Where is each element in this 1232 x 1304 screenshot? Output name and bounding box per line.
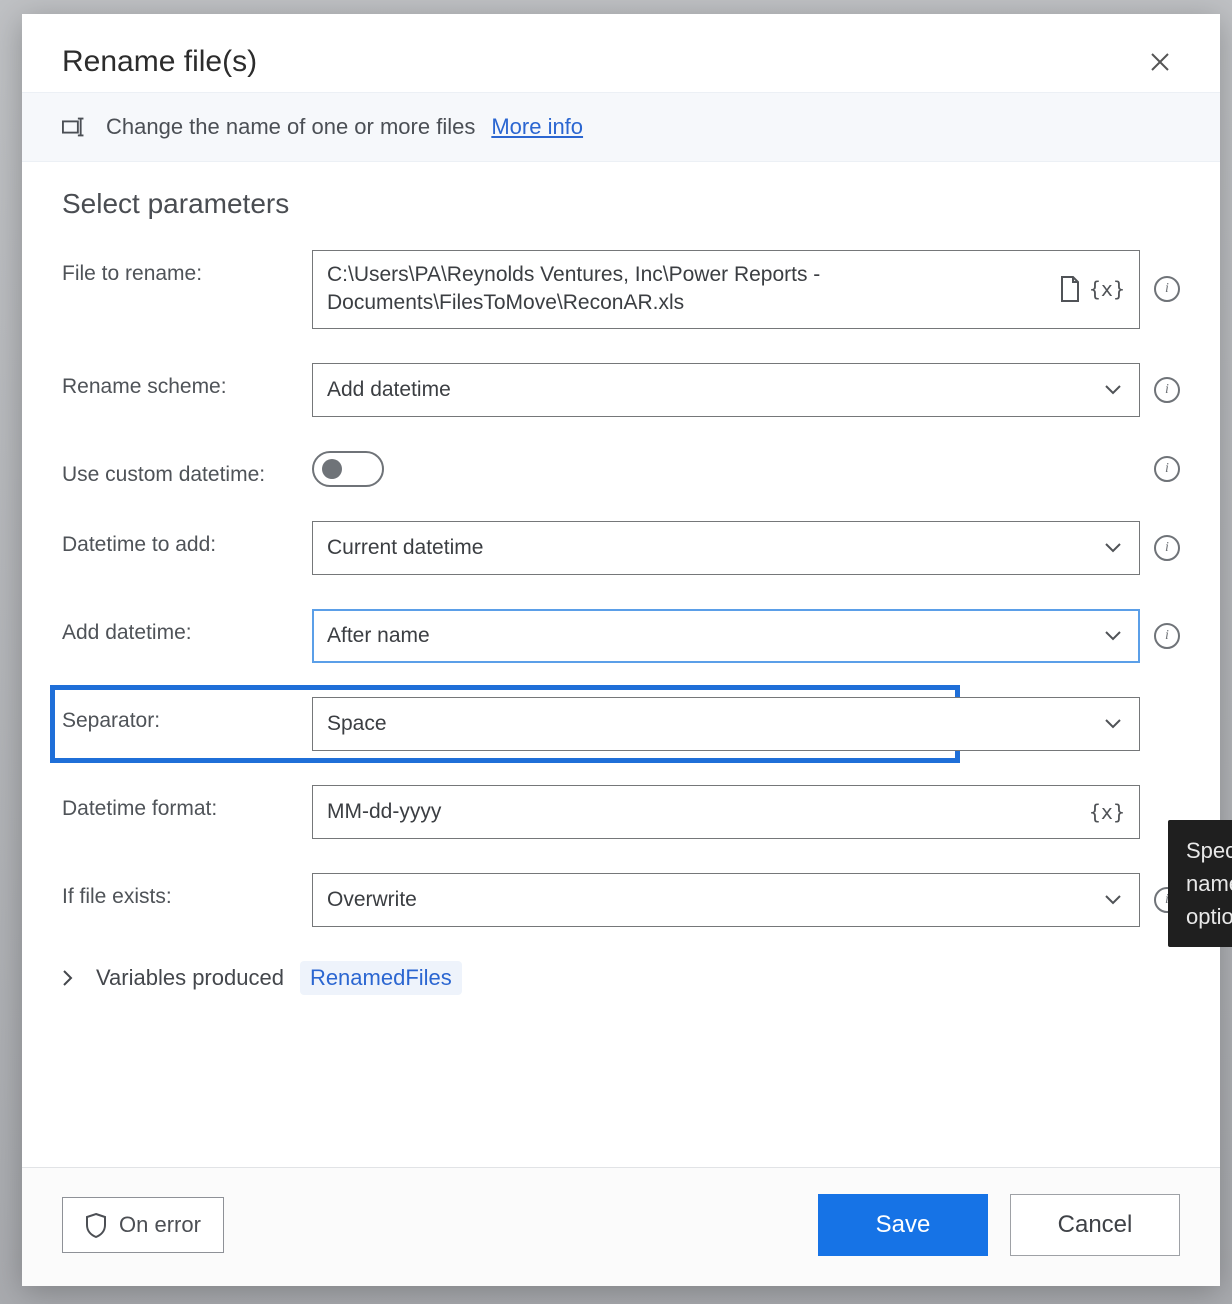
datetime-format-input[interactable]: MM-dd-yyyy {x} xyxy=(312,785,1140,839)
label-datetime-format: Datetime format: xyxy=(62,785,312,821)
close-icon xyxy=(1149,51,1171,73)
section-title: Select parameters xyxy=(62,188,1180,220)
variable-picker-icon[interactable]: {x} xyxy=(1089,277,1125,301)
row-datetime-format: Datetime format: MM-dd-yyyy {x} xyxy=(62,785,1180,839)
save-button[interactable]: Save xyxy=(818,1194,988,1256)
save-label: Save xyxy=(876,1211,931,1239)
dialog-footer: On error Save Cancel xyxy=(22,1167,1220,1286)
chevron-down-icon xyxy=(1101,624,1125,648)
rename-action-icon xyxy=(62,113,90,141)
add-datetime-value: After name xyxy=(327,622,1101,650)
shield-icon xyxy=(85,1212,107,1238)
chevron-down-icon xyxy=(1101,536,1125,560)
separator-dropdown[interactable]: Space xyxy=(312,697,1140,751)
tooltip: Specif name option xyxy=(1168,820,1232,947)
label-rename-scheme: Rename scheme: xyxy=(62,363,312,399)
if-file-exists-value: Overwrite xyxy=(327,886,1101,914)
datetime-format-value: MM-dd-yyyy xyxy=(327,798,1089,826)
label-datetime-to-add: Datetime to add: xyxy=(62,521,312,557)
separator-value: Space xyxy=(327,710,1101,738)
more-info-link[interactable]: More info xyxy=(491,114,583,140)
dialog-titlebar: Rename file(s) xyxy=(22,14,1220,92)
label-file-to-rename: File to rename: xyxy=(62,250,312,286)
dialog-title: Rename file(s) xyxy=(62,45,257,79)
info-icon[interactable]: i xyxy=(1154,377,1180,403)
add-datetime-dropdown[interactable]: After name xyxy=(312,609,1140,663)
info-bar: Change the name of one or more files Mor… xyxy=(22,92,1220,162)
toggle-knob xyxy=(322,459,342,479)
rename-scheme-dropdown[interactable]: Add datetime xyxy=(312,363,1140,417)
variables-produced-row[interactable]: Variables produced RenamedFiles xyxy=(62,961,1180,995)
row-datetime-to-add: Datetime to add: Current datetime i xyxy=(62,521,1180,575)
row-use-custom-datetime: Use custom datetime: i xyxy=(62,451,1180,487)
row-rename-scheme: Rename scheme: Add datetime i xyxy=(62,363,1180,417)
chevron-right-icon xyxy=(62,969,80,987)
label-separator: Separator: xyxy=(62,697,312,733)
if-file-exists-dropdown[interactable]: Overwrite xyxy=(312,873,1140,927)
cancel-label: Cancel xyxy=(1058,1211,1133,1239)
row-separator: Separator: Space xyxy=(62,697,1180,751)
datetime-to-add-value: Current datetime xyxy=(327,534,1101,562)
label-add-datetime: Add datetime: xyxy=(62,609,312,645)
on-error-button[interactable]: On error xyxy=(62,1197,224,1253)
chevron-down-icon xyxy=(1101,712,1125,736)
datetime-to-add-dropdown[interactable]: Current datetime xyxy=(312,521,1140,575)
chevron-down-icon xyxy=(1101,378,1125,402)
rename-scheme-value: Add datetime xyxy=(327,376,1101,404)
info-icon[interactable]: i xyxy=(1154,456,1180,482)
row-if-file-exists: If file exists: Overwrite i xyxy=(62,873,1180,927)
cancel-button[interactable]: Cancel xyxy=(1010,1194,1180,1256)
close-button[interactable] xyxy=(1140,42,1180,82)
variables-produced-label: Variables produced xyxy=(96,965,284,991)
rename-files-dialog: Rename file(s) Change the name of one or… xyxy=(22,14,1220,1286)
row-add-datetime: Add datetime: After name i xyxy=(62,609,1180,663)
info-icon[interactable]: i xyxy=(1154,623,1180,649)
info-text: Change the name of one or more files xyxy=(106,114,475,140)
on-error-label: On error xyxy=(119,1212,201,1238)
info-icon[interactable]: i xyxy=(1154,535,1180,561)
info-icon[interactable]: i xyxy=(1154,276,1180,302)
variable-picker-icon[interactable]: {x} xyxy=(1089,800,1125,824)
file-to-rename-value: C:\Users\PA\Reynolds Ventures, Inc\Power… xyxy=(327,261,1059,318)
file-to-rename-input[interactable]: C:\Users\PA\Reynolds Ventures, Inc\Power… xyxy=(312,250,1140,329)
row-file-to-rename: File to rename: C:\Users\PA\Reynolds Ven… xyxy=(62,250,1180,329)
file-picker-icon[interactable] xyxy=(1059,276,1081,302)
chevron-down-icon xyxy=(1101,888,1125,912)
use-custom-datetime-toggle[interactable] xyxy=(312,451,384,487)
label-if-file-exists: If file exists: xyxy=(62,873,312,909)
label-use-custom-datetime: Use custom datetime: xyxy=(62,451,312,487)
variable-badge[interactable]: RenamedFiles xyxy=(300,961,462,995)
dialog-body: Select parameters File to rename: C:\Use… xyxy=(22,162,1220,1167)
